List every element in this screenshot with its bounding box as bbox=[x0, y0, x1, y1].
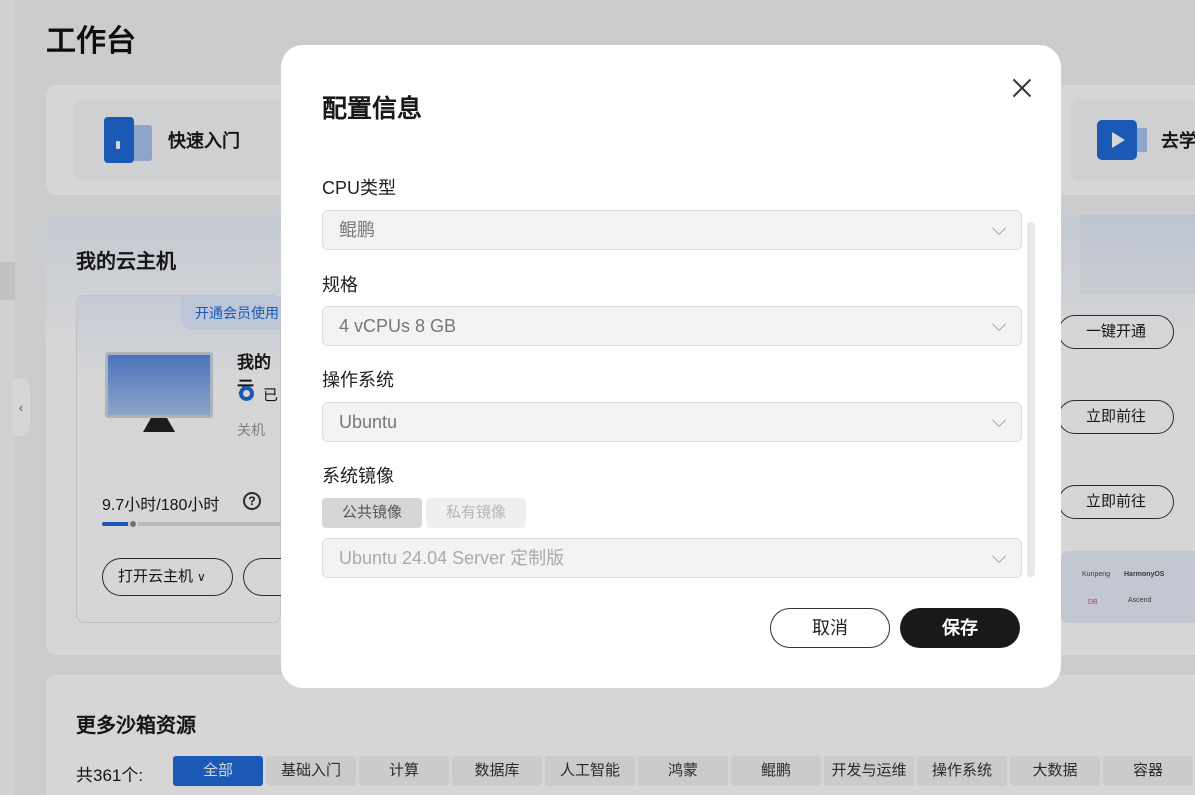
os-value: Ubuntu bbox=[339, 412, 398, 432]
dialog-title: 配置信息 bbox=[322, 95, 423, 123]
cancel-button[interactable]: 取消 bbox=[770, 608, 890, 648]
chevron-down-icon bbox=[991, 220, 1007, 236]
chevron-down-icon bbox=[991, 548, 1007, 564]
config-dialog: 配置信息 CPU类型 鲲鹏 规格 4 vCPUs 8 GB 操作系统 Ubunt… bbox=[281, 45, 1061, 688]
cpu-type-label: CPU类型 bbox=[322, 178, 397, 198]
spec-value: 4 vCPUs 8 GB bbox=[339, 316, 457, 336]
close-icon[interactable] bbox=[1010, 76, 1034, 100]
cpu-type-value: 鲲鹏 bbox=[339, 220, 375, 240]
spec-select[interactable]: 4 vCPUs 8 GB bbox=[322, 306, 1022, 346]
tab-public-image[interactable]: 公共镜像 bbox=[322, 498, 422, 528]
os-label: 操作系统 bbox=[322, 370, 394, 390]
tab-private-image[interactable]: 私有镜像 bbox=[426, 498, 526, 528]
chevron-down-icon bbox=[991, 316, 1007, 332]
os-select[interactable]: Ubuntu bbox=[322, 402, 1022, 442]
dialog-scrollbar[interactable] bbox=[1027, 222, 1035, 577]
system-image-value: Ubuntu 24.04 Server 定制版 bbox=[339, 548, 565, 568]
system-image-select[interactable]: Ubuntu 24.04 Server 定制版 bbox=[322, 538, 1022, 578]
save-button[interactable]: 保存 bbox=[900, 608, 1020, 648]
system-image-label: 系统镜像 bbox=[322, 466, 394, 486]
cpu-type-select[interactable]: 鲲鹏 bbox=[322, 210, 1022, 250]
chevron-down-icon bbox=[991, 412, 1007, 428]
spec-label: 规格 bbox=[322, 275, 358, 295]
